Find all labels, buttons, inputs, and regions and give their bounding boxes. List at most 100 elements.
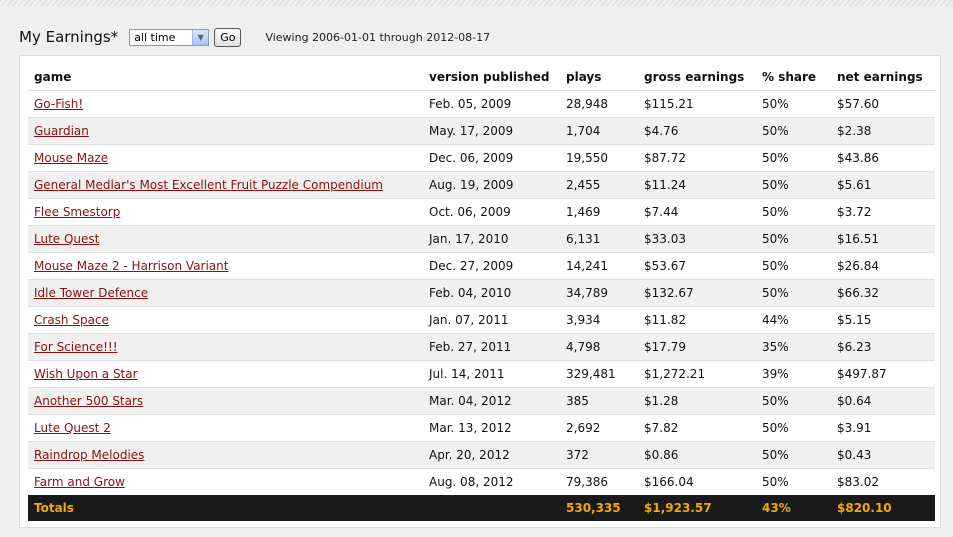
totals-net: $820.10 [831, 495, 935, 521]
game-link[interactable]: Mouse Maze 2 - Harrison Variant [34, 259, 229, 273]
share-cell: 50% [756, 198, 831, 226]
version-published-cell: Feb. 05, 2009 [423, 90, 560, 118]
plays-cell: 4,798 [560, 333, 638, 361]
version-published-cell: Dec. 27, 2009 [423, 252, 560, 280]
net-earnings-cell: $0.43 [831, 441, 935, 469]
net-earnings-cell: $2.38 [831, 117, 935, 145]
net-earnings-cell: $497.87 [831, 360, 935, 388]
game-name-cell: Lute Quest [28, 225, 423, 253]
game-name-cell: Guardian [28, 117, 423, 145]
column-header-net-earnings[interactable]: net earnings [831, 64, 935, 91]
gross-earnings-cell: $87.72 [638, 144, 756, 172]
game-link[interactable]: Another 500 Stars [34, 394, 143, 408]
table-row: Flee Smestorp Oct. 06, 2009 1,469 $7.44 50% $… [28, 198, 935, 226]
table-header-row: game version published plays gross earni… [28, 64, 935, 91]
gross-earnings-cell: $1,272.21 [638, 360, 756, 388]
table-row: Mouse Maze Dec. 06, 2009 19,550 $87.72 50% $4… [28, 144, 935, 172]
plays-cell: 3,934 [560, 306, 638, 334]
game-link[interactable]: Crash Space [34, 313, 109, 327]
game-link[interactable]: General Medlar's Most Excellent Fruit Pu… [34, 178, 383, 192]
game-link[interactable]: Idle Tower Defence [34, 286, 148, 300]
column-header-gross-earnings[interactable]: gross earnings [638, 64, 756, 91]
net-earnings-cell: $0.64 [831, 387, 935, 415]
table-row: Lute Quest Jan. 17, 2010 6,131 $33.03 50% $16… [28, 225, 935, 253]
net-earnings-cell: $57.60 [831, 90, 935, 118]
share-cell: 50% [756, 387, 831, 415]
version-published-cell: Mar. 04, 2012 [423, 387, 560, 415]
table-row: Guardian May. 17, 2009 1,704 $4.76 50% $2.38 [28, 117, 935, 145]
net-earnings-cell: $5.15 [831, 306, 935, 334]
table-row: Idle Tower Defence Feb. 04, 2010 34,789 $13… [28, 279, 935, 307]
gross-earnings-cell: $33.03 [638, 225, 756, 253]
game-link[interactable]: Flee Smestorp [34, 205, 120, 219]
version-published-cell: Aug. 08, 2012 [423, 468, 560, 495]
column-header-plays[interactable]: plays [560, 64, 638, 91]
game-link[interactable]: Wish Upon a Star [34, 367, 138, 381]
game-link[interactable]: Lute Quest 2 [34, 421, 111, 435]
version-published-cell: Oct. 06, 2009 [423, 198, 560, 226]
plays-cell: 385 [560, 387, 638, 415]
gross-earnings-cell: $7.44 [638, 198, 756, 226]
share-cell: 50% [756, 225, 831, 253]
net-earnings-cell: $5.61 [831, 171, 935, 199]
version-published-cell: Aug. 19, 2009 [423, 171, 560, 199]
earnings-panel: game version published plays gross earni… [19, 55, 941, 528]
game-name-cell: Another 500 Stars [28, 387, 423, 415]
column-header-version-published[interactable]: version published [423, 64, 560, 91]
table-row: General Medlar's Most Excellent Fruit Pu… [28, 171, 935, 199]
game-name-cell: Lute Quest 2 [28, 414, 423, 442]
game-name-cell: Mouse Maze [28, 144, 423, 172]
plays-cell: 14,241 [560, 252, 638, 280]
chevron-down-icon[interactable]: ▼ [192, 29, 209, 45]
game-name-cell: Raindrop Melodies [28, 441, 423, 469]
gross-earnings-cell: $11.24 [638, 171, 756, 199]
table-row: Go-Fish! Feb. 05, 2009 28,948 $115.21 50% $57… [28, 90, 935, 118]
gross-earnings-cell: $0.86 [638, 441, 756, 469]
game-name-cell: Flee Smestorp [28, 198, 423, 226]
version-published-cell: Jan. 17, 2010 [423, 225, 560, 253]
table-row: Another 500 Stars Mar. 04, 2012 385 $1.28 50… [28, 387, 935, 415]
net-earnings-cell: $26.84 [831, 252, 935, 280]
game-name-cell: Mouse Maze 2 - Harrison Variant [28, 252, 423, 280]
net-earnings-cell: $83.02 [831, 468, 935, 495]
game-link[interactable]: Go-Fish! [34, 97, 83, 111]
top-decorative-stripe [0, 0, 953, 6]
plays-cell: 2,455 [560, 171, 638, 199]
net-earnings-cell: $43.86 [831, 144, 935, 172]
column-header-share[interactable]: % share [756, 64, 831, 91]
plays-cell: 28,948 [560, 90, 638, 118]
totals-plays: 530,335 [560, 495, 638, 521]
game-link[interactable]: For Science!!! [34, 340, 118, 354]
table-body: Go-Fish! Feb. 05, 2009 28,948 $115.21 50% $57… [28, 90, 935, 495]
totals-gross: $1,923.57 [638, 495, 756, 521]
share-cell: 39% [756, 360, 831, 388]
game-link[interactable]: Guardian [34, 124, 89, 138]
date-range-select[interactable]: all time ▼ [129, 28, 210, 46]
share-cell: 50% [756, 279, 831, 307]
plays-cell: 1,704 [560, 117, 638, 145]
version-published-cell: May. 17, 2009 [423, 117, 560, 145]
page-title: My Earnings* [19, 28, 119, 46]
game-name-cell: General Medlar's Most Excellent Fruit Pu… [28, 171, 423, 199]
game-link[interactable]: Lute Quest [34, 232, 99, 246]
game-link[interactable]: Raindrop Melodies [34, 448, 144, 462]
go-button[interactable]: Go [214, 27, 242, 47]
game-link[interactable]: Mouse Maze [34, 151, 108, 165]
plays-cell: 6,131 [560, 225, 638, 253]
date-range-text: Viewing 2006-01-01 through 2012-08-17 [265, 30, 491, 44]
gross-earnings-cell: $115.21 [638, 90, 756, 118]
totals-row: Totals 530,335 $1,923.57 43% $820.10 [28, 495, 935, 521]
version-published-cell: Dec. 06, 2009 [423, 144, 560, 172]
share-cell: 50% [756, 144, 831, 172]
version-published-cell: Jan. 07, 2011 [423, 306, 560, 334]
date-range-value: all time [134, 30, 176, 44]
table-row: Mouse Maze 2 - Harrison Variant Dec. 27, … [28, 252, 935, 280]
gross-earnings-cell: $132.67 [638, 279, 756, 307]
gross-earnings-cell: $166.04 [638, 468, 756, 495]
net-earnings-cell: $6.23 [831, 333, 935, 361]
net-earnings-cell: $3.72 [831, 198, 935, 226]
totals-share: 43% [756, 495, 831, 521]
net-earnings-cell: $3.91 [831, 414, 935, 442]
column-header-game[interactable]: game [28, 64, 423, 91]
game-link[interactable]: Farm and Grow [34, 475, 125, 489]
